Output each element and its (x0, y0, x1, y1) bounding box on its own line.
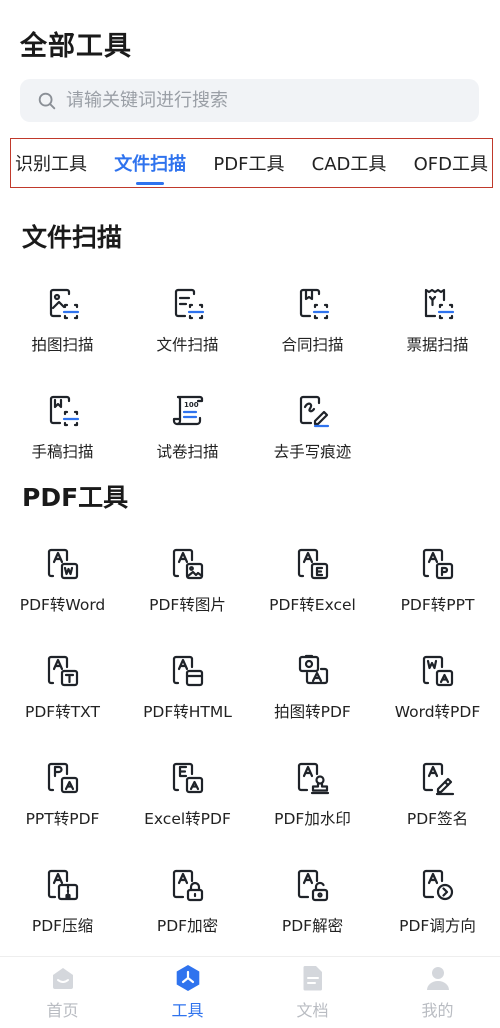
receipt-scan-icon (424, 288, 454, 320)
tool-pdf-to-word[interactable]: PDF转Word (0, 534, 125, 641)
tool-photo-scan[interactable]: 拍图扫描 (0, 274, 125, 381)
category-tabs: 识别工具 文件扫描 PDF工具 CAD工具 OFD工具 (10, 138, 493, 188)
tab-recognition[interactable]: 识别工具 (15, 139, 87, 187)
tool-photo-to-pdf[interactable]: 拍图转PDF (250, 641, 375, 748)
photo-scan-icon (49, 288, 79, 320)
pdf-sign-icon (422, 762, 454, 796)
tool-pdf-sign[interactable]: PDF签名 (375, 748, 500, 855)
tool-label: 合同扫描 (281, 336, 344, 354)
search-bar[interactable] (20, 79, 479, 122)
tool-label: 票据扫描 (406, 336, 469, 354)
nav-label: 我的 (421, 1001, 454, 1020)
pdf-to-excel-icon (297, 548, 328, 580)
nav-label: 首页 (46, 1001, 79, 1020)
exam-scan-icon: 100 (172, 395, 203, 426)
tool-label: PDF转TXT (25, 703, 100, 721)
tab-file-scan[interactable]: 文件扫描 (114, 139, 186, 187)
tool-ppt-to-pdf[interactable]: PPT转PDF (0, 748, 125, 855)
nav-label: 文档 (296, 1001, 329, 1020)
pdf-to-ppt-icon (422, 548, 453, 580)
excel-to-pdf-icon (172, 762, 203, 794)
remove-handwriting-icon (299, 395, 329, 428)
manuscript-scan-icon (49, 395, 79, 427)
pdf-tools-grid: PDF转Word PDF转图片 PDF转Excel PDF转PPT PDF转TX… (0, 534, 500, 962)
home-icon (52, 968, 73, 989)
page-title: 全部工具 (20, 31, 132, 62)
file-scan-icon (174, 288, 204, 320)
tool-receipt-scan[interactable]: 票据扫描 (375, 274, 500, 381)
pdf-compress-icon (47, 869, 78, 901)
document-icon (303, 966, 322, 991)
tool-label: PDF签名 (406, 810, 469, 828)
tool-label: PDF转HTML (143, 703, 232, 721)
tool-label: 拍图扫描 (31, 336, 94, 354)
section-title-file-scan: 文件扫描 (22, 223, 123, 252)
tool-label: 手稿扫描 (31, 443, 94, 461)
tool-label: PPT转PDF (25, 810, 100, 828)
pdf-decrypt-icon (297, 869, 328, 902)
bottom-nav: 首页 工具 文档 我的 (0, 956, 500, 1028)
tool-label: PDF转图片 (149, 596, 226, 614)
word-to-pdf-icon (422, 655, 453, 687)
tab-cad-tools[interactable]: CAD工具 (312, 139, 387, 187)
pdf-encrypt-icon (172, 869, 203, 902)
nav-label: 工具 (171, 1001, 204, 1020)
tool-manuscript-scan[interactable]: 手稿扫描 (0, 381, 125, 488)
pdf-rotate-icon (422, 869, 453, 901)
tool-label: PDF加密 (156, 917, 219, 935)
profile-icon (426, 967, 449, 990)
pdf-to-word-icon (47, 548, 78, 580)
photo-to-pdf-icon (298, 654, 328, 685)
tool-label: PDF压缩 (31, 917, 94, 935)
tool-pdf-to-txt[interactable]: PDF转TXT (0, 641, 125, 748)
search-input[interactable] (66, 90, 446, 111)
file-scan-grid: 拍图扫描 文件扫描 合同扫描 票据扫描 手稿扫描 100 试卷扫描 去手写痕迹 (0, 274, 500, 488)
tool-label: 拍图转PDF (274, 703, 351, 721)
tool-label: Excel转PDF (144, 810, 231, 828)
pdf-to-image-icon (172, 548, 203, 580)
tool-label: PDF调方向 (399, 917, 476, 935)
tool-word-to-pdf[interactable]: Word转PDF (375, 641, 500, 748)
nav-profile[interactable]: 我的 (375, 957, 500, 1028)
ppt-to-pdf-icon (47, 762, 78, 794)
tool-remove-handwriting[interactable]: 去手写痕迹 (250, 381, 375, 488)
tools-icon (176, 965, 199, 991)
tool-contract-scan[interactable]: 合同扫描 (250, 274, 375, 381)
svg-text:100: 100 (184, 401, 199, 409)
nav-home[interactable]: 首页 (0, 957, 125, 1028)
tool-pdf-encrypt[interactable]: PDF加密 (125, 855, 250, 962)
tool-pdf-to-html[interactable]: PDF转HTML (125, 641, 250, 748)
tool-label: PDF解密 (281, 917, 344, 935)
tool-pdf-to-ppt[interactable]: PDF转PPT (375, 534, 500, 641)
nav-tools[interactable]: 工具 (125, 957, 250, 1028)
section-title-pdf-tools: PDF工具 (22, 483, 129, 512)
contract-scan-icon (299, 288, 329, 320)
pdf-to-txt-icon (47, 655, 78, 687)
tool-pdf-decrypt[interactable]: PDF解密 (250, 855, 375, 962)
tool-pdf-watermark[interactable]: PDF加水印 (250, 748, 375, 855)
tool-label: PDF加水印 (274, 810, 351, 828)
tool-pdf-rotate[interactable]: PDF调方向 (375, 855, 500, 962)
tool-label: PDF转Excel (269, 596, 356, 614)
tool-label: Word转PDF (394, 703, 481, 721)
tool-label: 试卷扫描 (156, 443, 219, 461)
tool-label: PDF转Word (19, 596, 106, 614)
search-icon (38, 92, 56, 109)
pdf-watermark-icon (297, 762, 329, 795)
tool-pdf-compress[interactable]: PDF压缩 (0, 855, 125, 962)
tool-label: 去手写痕迹 (273, 443, 352, 461)
nav-documents[interactable]: 文档 (250, 957, 375, 1028)
tool-pdf-to-excel[interactable]: PDF转Excel (250, 534, 375, 641)
tool-pdf-to-image[interactable]: PDF转图片 (125, 534, 250, 641)
tool-label: PDF转PPT (400, 596, 475, 614)
tab-ofd-tools[interactable]: OFD工具 (414, 139, 488, 187)
tool-excel-to-pdf[interactable]: Excel转PDF (125, 748, 250, 855)
tool-exam-scan[interactable]: 100 试卷扫描 (125, 381, 250, 488)
tool-label: 文件扫描 (156, 336, 219, 354)
tool-file-scan[interactable]: 文件扫描 (125, 274, 250, 381)
tab-pdf-tools[interactable]: PDF工具 (213, 139, 284, 187)
pdf-to-html-icon (172, 655, 203, 687)
